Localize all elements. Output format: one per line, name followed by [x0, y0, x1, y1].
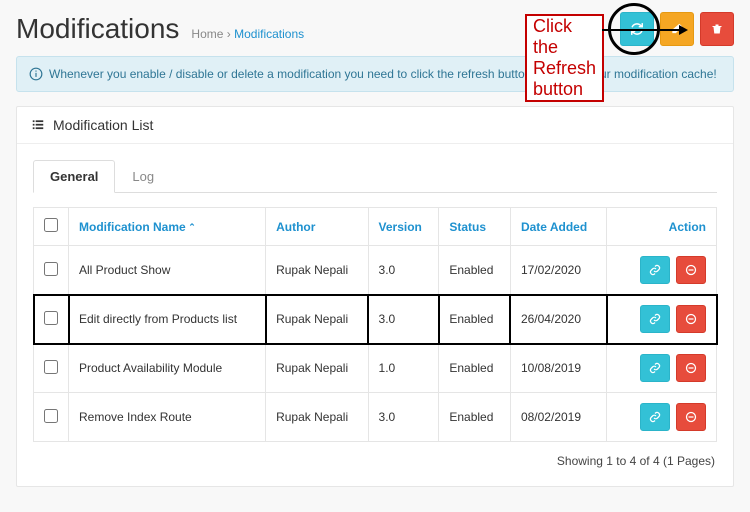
- modification-table: Modification Name Author Version Status …: [33, 207, 717, 442]
- panel-title: Modification List: [53, 117, 153, 133]
- row-checkbox[interactable]: [44, 409, 58, 423]
- modification-panel: Modification List General Log Modificati…: [16, 106, 734, 487]
- cell-author: Rupak Nepali: [266, 393, 368, 442]
- tab-general[interactable]: General: [33, 160, 115, 193]
- minus-circle-icon: [685, 264, 697, 276]
- cell-name: Product Availability Module: [69, 344, 266, 393]
- cell-date: 17/02/2020: [510, 246, 606, 295]
- annotation-arrow: [602, 29, 686, 31]
- row-checkbox[interactable]: [44, 262, 58, 276]
- tab-log[interactable]: Log: [115, 160, 171, 193]
- annotation-label: Click the Refresh button: [525, 14, 604, 102]
- link-icon: [649, 362, 661, 374]
- cell-version: 3.0: [368, 295, 439, 344]
- cell-status: Enabled: [439, 393, 511, 442]
- col-action: Action: [607, 208, 717, 246]
- disable-button[interactable]: [676, 403, 706, 431]
- link-button[interactable]: [640, 305, 670, 333]
- link-icon: [649, 313, 661, 325]
- link-icon: [649, 264, 661, 276]
- cell-version: 1.0: [368, 344, 439, 393]
- cell-status: Enabled: [439, 344, 511, 393]
- cell-date: 26/04/2020: [510, 295, 606, 344]
- col-author[interactable]: Author: [266, 208, 368, 246]
- disable-button[interactable]: [676, 256, 706, 284]
- alert-text: Whenever you enable / disable or delete …: [49, 67, 717, 81]
- disable-button[interactable]: [676, 305, 706, 333]
- trash-icon: [711, 22, 723, 36]
- cell-version: 3.0: [368, 393, 439, 442]
- table-row: All Product ShowRupak Nepali3.0Enabled17…: [34, 246, 717, 295]
- disable-button[interactable]: [676, 354, 706, 382]
- cell-date: 08/02/2019: [510, 393, 606, 442]
- link-button[interactable]: [640, 403, 670, 431]
- page-title: Modifications: [16, 13, 179, 45]
- minus-circle-icon: [685, 411, 697, 423]
- col-date[interactable]: Date Added: [510, 208, 606, 246]
- cell-author: Rupak Nepali: [266, 344, 368, 393]
- header-actions: Click the Refresh button: [620, 12, 734, 46]
- breadcrumb: Home › Modifications: [191, 27, 304, 41]
- table-row: Product Availability ModuleRupak Nepali1…: [34, 344, 717, 393]
- info-alert: Whenever you enable / disable or delete …: [16, 56, 734, 92]
- link-button[interactable]: [640, 256, 670, 284]
- pagination-summary: Showing 1 to 4 of 4 (1 Pages): [33, 442, 717, 470]
- cell-status: Enabled: [439, 295, 511, 344]
- list-icon: [31, 118, 45, 132]
- cell-author: Rupak Nepali: [266, 295, 368, 344]
- breadcrumb-current[interactable]: Modifications: [234, 27, 304, 41]
- minus-circle-icon: [685, 362, 697, 374]
- cell-name: Edit directly from Products list: [69, 295, 266, 344]
- breadcrumb-home[interactable]: Home: [191, 27, 223, 41]
- col-version[interactable]: Version: [368, 208, 439, 246]
- row-checkbox[interactable]: [44, 360, 58, 374]
- link-button[interactable]: [640, 354, 670, 382]
- row-checkbox[interactable]: [44, 311, 58, 325]
- link-icon: [649, 411, 661, 423]
- col-name[interactable]: Modification Name: [69, 208, 266, 246]
- cell-status: Enabled: [439, 246, 511, 295]
- cell-name: Remove Index Route: [69, 393, 266, 442]
- minus-circle-icon: [685, 313, 697, 325]
- delete-button[interactable]: [700, 12, 734, 46]
- tabs: General Log: [33, 160, 717, 193]
- cell-name: All Product Show: [69, 246, 266, 295]
- breadcrumb-sep: ›: [227, 27, 231, 41]
- select-all-checkbox[interactable]: [44, 218, 58, 232]
- cell-version: 3.0: [368, 246, 439, 295]
- table-row: Remove Index RouteRupak Nepali3.0Enabled…: [34, 393, 717, 442]
- info-icon: [29, 67, 43, 81]
- table-row: Edit directly from Products listRupak Ne…: [34, 295, 717, 344]
- col-status[interactable]: Status: [439, 208, 511, 246]
- panel-header: Modification List: [17, 107, 733, 144]
- cell-author: Rupak Nepali: [266, 246, 368, 295]
- cell-date: 10/08/2019: [510, 344, 606, 393]
